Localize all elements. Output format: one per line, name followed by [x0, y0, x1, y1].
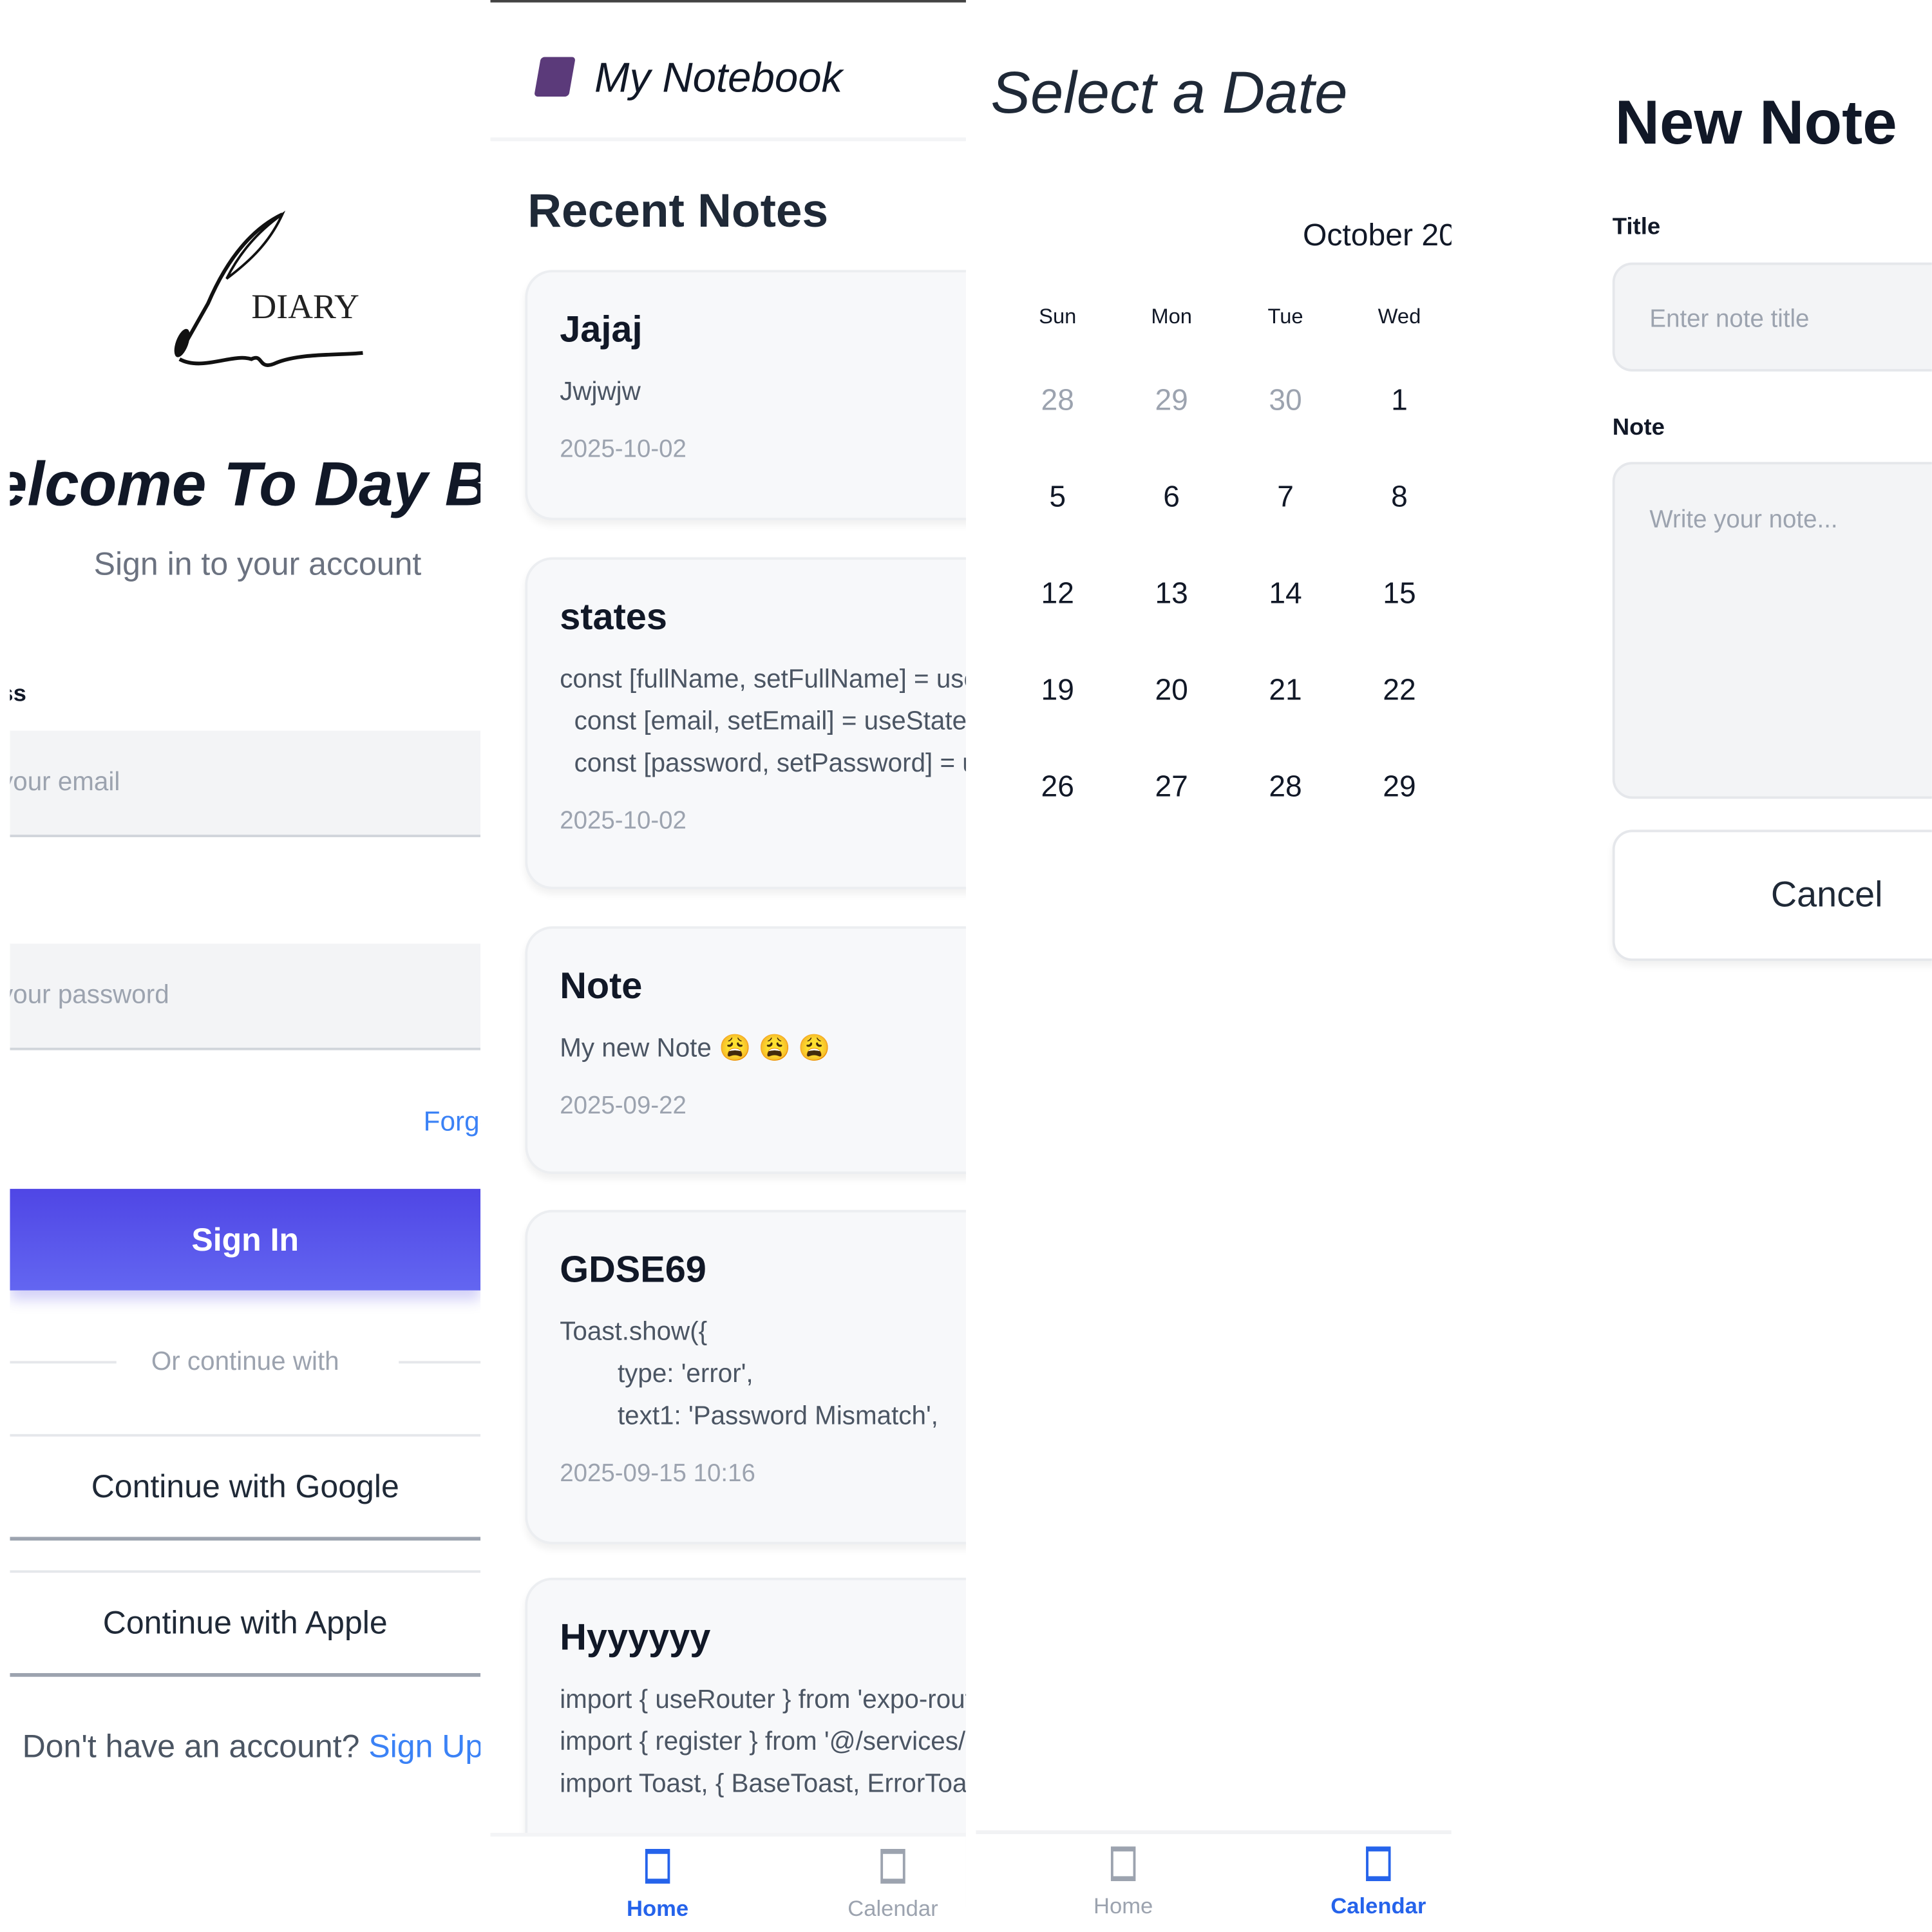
- home-icon: [1110, 1846, 1136, 1882]
- login-screen: DIARY Welcome To Day Book Sign in to you…: [10, 0, 481, 1932]
- note-card[interactable]: states const [fullName, setFullName] = us…: [525, 557, 966, 889]
- note-label: Note: [1612, 415, 1665, 441]
- calendar-day[interactable]: 13: [1134, 577, 1208, 612]
- calendar-day[interactable]: 7: [1248, 480, 1322, 515]
- calendar-day[interactable]: 14: [1248, 577, 1322, 612]
- calendar-day[interactable]: 28: [1248, 770, 1322, 805]
- tab-bar: Home Calendar: [490, 1833, 966, 1932]
- password-placeholder: Enter your password: [10, 981, 169, 1010]
- tab-bar: Home Calendar: [976, 1830, 1452, 1932]
- section-title: Recent Notes: [527, 185, 829, 238]
- password-input[interactable]: Enter your password: [10, 943, 481, 1050]
- calendar-icon: [880, 1849, 905, 1884]
- weekday-header: Tue: [1267, 305, 1303, 328]
- app-title: My Notebook: [594, 54, 843, 102]
- new-note-screen: New Note Title Enter note title Note Wri…: [1597, 0, 1932, 1932]
- title-label: Title: [1612, 214, 1661, 241]
- tab-label: Home: [627, 1896, 689, 1921]
- calendar-day[interactable]: 27: [1134, 770, 1208, 805]
- calendar-day[interactable]: 20: [1134, 674, 1208, 708]
- no-account-text: Don't have an account?: [22, 1727, 360, 1765]
- apple-button[interactable]: Continue with Apple: [10, 1570, 481, 1677]
- tab-calendar[interactable]: Calendar: [825, 1849, 961, 1922]
- note-date: 2025-09-15 10:16: [560, 1460, 755, 1488]
- welcome-heading: Welcome To Day Book: [10, 450, 480, 519]
- sign-in-button[interactable]: Sign In: [10, 1189, 481, 1291]
- note-title: GDSE69: [560, 1249, 706, 1291]
- note-body: const [fullName, setFullName] = useState…: [560, 665, 966, 778]
- calendar-day[interactable]: 19: [1021, 674, 1095, 708]
- email-placeholder: Enter your email: [10, 768, 120, 797]
- note-title: states: [560, 596, 667, 638]
- calendar-day[interactable]: 30: [1248, 384, 1322, 419]
- calendar-day[interactable]: 22: [1362, 674, 1436, 708]
- google-button[interactable]: Continue with Google: [10, 1434, 481, 1541]
- calendar-day[interactable]: 12: [1021, 577, 1095, 612]
- email-label: Email Address: [10, 681, 26, 708]
- note-body: My new Note 😩 😩 😩: [560, 1034, 831, 1063]
- calendar-day[interactable]: 15: [1362, 577, 1436, 612]
- note-card[interactable]: Note My new Note 😩 😩 😩 2025-09-22: [525, 926, 966, 1175]
- note-body: Jwjwjw: [560, 377, 641, 406]
- email-input[interactable]: Enter your email: [10, 730, 481, 837]
- calendar-day[interactable]: 6: [1134, 480, 1208, 515]
- calendar-day[interactable]: 21: [1248, 674, 1322, 708]
- note-card[interactable]: GDSE69 Toast.show({ type: 'error', text1:…: [525, 1209, 966, 1544]
- note-card[interactable]: Jajaj Jwjwjw 2025-10-02: [525, 270, 966, 520]
- note-title: Jajaj: [560, 309, 643, 351]
- notebook-icon: [534, 57, 576, 97]
- subtitle: Sign in to your account: [93, 545, 422, 582]
- note-date: 2025-09-22: [560, 1092, 687, 1120]
- note-date: 2025-10-02: [560, 807, 687, 835]
- new-note-title: New Note: [1615, 88, 1897, 158]
- home-icon: [645, 1849, 670, 1884]
- title-input[interactable]: Enter note title: [1612, 262, 1932, 372]
- calendar-screen: Select a Date October 2025 Sun Mon Tue Wed 2…: [976, 0, 1452, 1932]
- tab-home[interactable]: Home: [589, 1849, 726, 1922]
- weekday-header: Sun: [1039, 305, 1077, 328]
- calendar-title: Select a Date: [990, 61, 1348, 127]
- calendar-day[interactable]: 8: [1362, 480, 1436, 515]
- note-textarea[interactable]: Write your note...: [1612, 462, 1932, 799]
- home-screen: My Notebook Recent Notes Jajaj Jwjwjw 2025…: [490, 0, 966, 1932]
- signup-prompt: Don't have an account? Sign Up: [23, 1728, 481, 1766]
- tab-label: Calendar: [848, 1896, 938, 1921]
- tab-label: Calendar: [1331, 1893, 1426, 1918]
- note-date: 2025-10-02: [560, 435, 687, 464]
- calendar-day[interactable]: 26: [1021, 770, 1095, 805]
- note-body: Toast.show({ type: 'error', text1: 'Pass…: [560, 1318, 938, 1431]
- note-body: import { useRouter } from 'expo-router' …: [560, 1685, 966, 1799]
- title-placeholder: Enter note title: [1649, 305, 1810, 334]
- tab-calendar[interactable]: Calendar: [1311, 1846, 1447, 1919]
- divider: [399, 1361, 481, 1364]
- note-title: Note: [560, 965, 643, 1007]
- forgot-password-link[interactable]: Forgot Password?: [424, 1106, 480, 1138]
- weekday-header: Wed: [1378, 305, 1421, 328]
- calendar-icon: [1366, 1846, 1391, 1882]
- calendar-day[interactable]: 28: [1021, 384, 1095, 419]
- calendar-day[interactable]: 1: [1362, 384, 1436, 419]
- tab-home[interactable]: Home: [1055, 1846, 1191, 1919]
- note-title: Hyyyyyy: [560, 1617, 711, 1658]
- diary-logo: DIARY: [174, 211, 363, 367]
- app-header: My Notebook: [490, 2, 966, 142]
- cancel-button[interactable]: Cancel: [1612, 829, 1932, 961]
- note-placeholder: Write your note...: [1649, 506, 1838, 534]
- calendar-day[interactable]: 29: [1134, 384, 1208, 419]
- weekday-header: Mon: [1151, 305, 1192, 328]
- tab-label: Home: [1093, 1893, 1153, 1918]
- calendar-day[interactable]: 29: [1362, 770, 1436, 805]
- svg-text:DIARY: DIARY: [251, 287, 359, 326]
- sign-up-link[interactable]: Sign Up: [368, 1728, 480, 1765]
- calendar-day[interactable]: 5: [1021, 480, 1095, 515]
- month-label: October 2025: [1302, 218, 1452, 253]
